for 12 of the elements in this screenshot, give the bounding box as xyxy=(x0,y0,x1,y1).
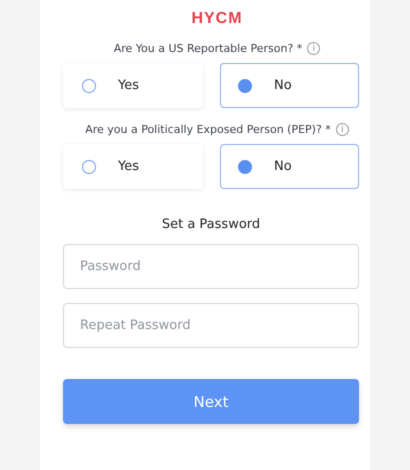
radio-option[interactable]: Yes xyxy=(63,63,203,108)
question-label: Are You a US Reportable Person? * xyxy=(114,42,302,55)
info-icon[interactable]: i xyxy=(307,42,320,55)
radio-option[interactable]: No xyxy=(220,63,359,108)
radio-option[interactable]: No xyxy=(220,144,359,189)
password-field[interactable]: Password xyxy=(63,244,359,289)
logo: HYCM xyxy=(191,10,243,28)
section-title: Set a Password xyxy=(160,217,262,232)
radio-option[interactable]: Yes xyxy=(63,144,203,189)
password-field[interactable]: Repeat Password xyxy=(63,303,359,348)
question-label: Are you a Politically Exposed Person (PEP)? * xyxy=(85,123,331,136)
info-icon[interactable]: i xyxy=(336,123,349,136)
